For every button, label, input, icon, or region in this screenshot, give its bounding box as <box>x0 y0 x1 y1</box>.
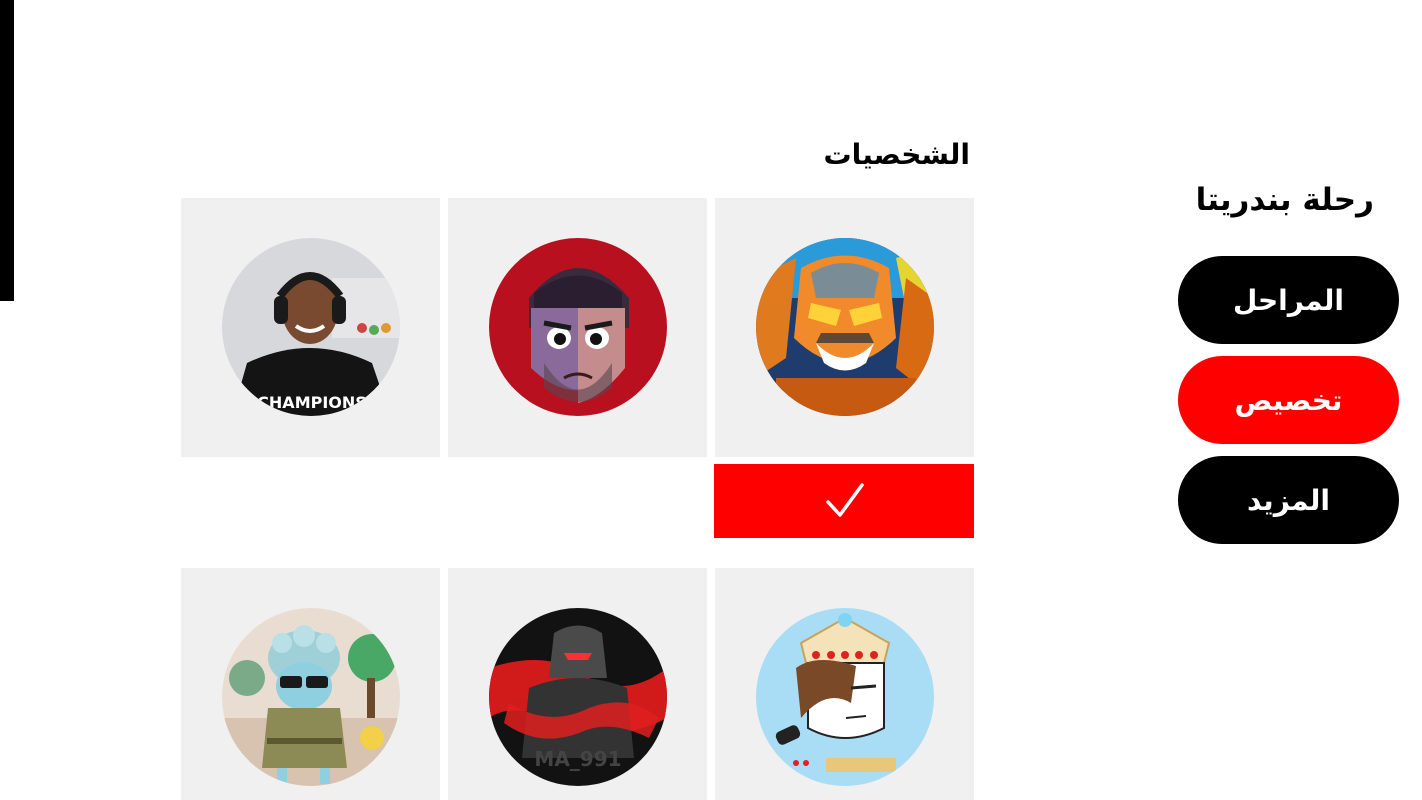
character-tile-3[interactable]: CHAMPIONS <box>181 198 440 457</box>
customize-screen: رحلة بندريتا المراحل تخصيص المزيد الشخصي… <box>0 0 1422 800</box>
left-edge-bar <box>0 0 14 301</box>
character-tile-6[interactable] <box>181 568 440 800</box>
young-man-with-headphones-photo-avatar: CHAMPIONS <box>222 238 400 416</box>
character-tile-1[interactable] <box>715 198 974 457</box>
characters-title: الشخصيات <box>823 138 970 171</box>
dark-knight-avatar: MA_991 <box>489 608 667 786</box>
stages-button[interactable]: المراحل <box>1178 256 1399 344</box>
app-title: رحلة بندريتا <box>1195 182 1374 218</box>
character-tile-2[interactable] <box>448 198 707 457</box>
crowned-boy-drawing-avatar <box>756 608 934 786</box>
orange-robot-hero-avatar <box>756 238 934 416</box>
selected-character-marker[interactable] <box>714 464 974 538</box>
character-tile-4[interactable] <box>715 568 974 800</box>
character-tile-5[interactable]: MA_991 <box>448 568 707 800</box>
more-button[interactable]: المزيد <box>1178 456 1399 544</box>
checkmark-icon <box>826 483 864 517</box>
cartoon-bearded-man-avatar <box>489 238 667 416</box>
shirt-print: CHAMPIONS <box>257 393 367 412</box>
avatar-caption: MA_991 <box>534 747 621 771</box>
grandma-with-sunglasses-cartoon-avatar <box>222 608 400 786</box>
customize-button[interactable]: تخصيص <box>1178 356 1399 444</box>
